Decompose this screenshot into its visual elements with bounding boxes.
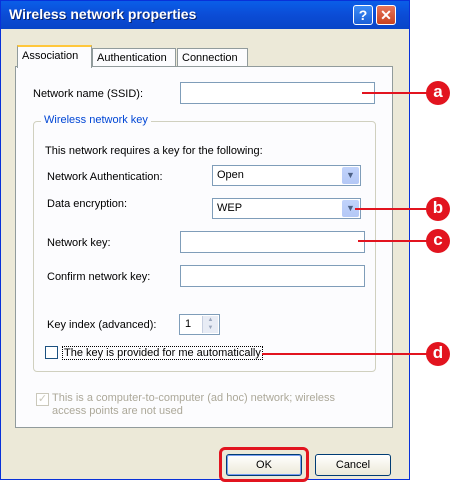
auth-value: Open xyxy=(217,169,244,181)
window-title: Wireless network properties xyxy=(9,6,197,22)
question-mark-icon: ? xyxy=(358,7,368,23)
close-button[interactable]: ✕ xyxy=(376,5,396,25)
adhoc-label-line2: access points are not used xyxy=(52,405,183,417)
adhoc-label-line1: This is a computer-to-computer (ad hoc) … xyxy=(52,392,336,404)
callout-line-a xyxy=(362,92,430,94)
group-title: Wireless network key xyxy=(41,114,151,126)
adhoc-checkbox: ✓ xyxy=(36,393,49,406)
auth-dropdown[interactable]: Open ▼ xyxy=(212,165,361,186)
confirm-key-input[interactable] xyxy=(180,265,365,287)
callout-a: a xyxy=(426,81,450,105)
auth-label: Network Authentication: xyxy=(47,171,163,183)
encryption-label: Data encryption: xyxy=(47,198,128,210)
callout-line-b xyxy=(355,208,430,210)
cancel-button[interactable]: Cancel xyxy=(315,454,391,476)
auto-key-label[interactable]: The key is provided for me automatically xyxy=(62,346,263,360)
help-button[interactable]: ? xyxy=(353,5,373,25)
encryption-value: WEP xyxy=(217,202,243,214)
network-key-input[interactable] xyxy=(180,231,365,253)
tab-authentication[interactable]: Authentication xyxy=(92,48,176,66)
key-index-value: 1 xyxy=(185,318,192,330)
callout-line-c xyxy=(358,240,430,242)
callout-d: d xyxy=(426,342,450,366)
callout-c: c xyxy=(426,229,450,253)
encryption-dropdown[interactable]: WEP ▼ xyxy=(212,198,361,219)
callout-line-d xyxy=(262,353,430,355)
ssid-label: Network name (SSID): xyxy=(33,88,144,100)
callout-b: b xyxy=(426,197,450,221)
title-bar[interactable]: Wireless network properties ? ✕ xyxy=(1,1,409,29)
tab-association[interactable]: Association xyxy=(17,45,92,68)
auto-key-checkbox[interactable] xyxy=(45,346,58,359)
ssid-input[interactable] xyxy=(180,82,375,104)
tab-connection[interactable]: Connection xyxy=(177,48,248,66)
ok-highlight-box xyxy=(219,447,309,482)
chevron-down-icon[interactable]: ▼ xyxy=(342,167,359,184)
spinner-arrows-icon[interactable]: ▲ ▼ xyxy=(202,316,218,333)
close-icon: ✕ xyxy=(380,7,392,23)
network-key-label: Network key: xyxy=(47,237,111,249)
key-index-spinner[interactable]: 1 ▲ ▼ xyxy=(179,314,220,335)
key-index-label: Key index (advanced): xyxy=(47,319,157,331)
confirm-key-label: Confirm network key: xyxy=(47,271,151,283)
requires-key-text: This network requires a key for the foll… xyxy=(45,145,263,157)
